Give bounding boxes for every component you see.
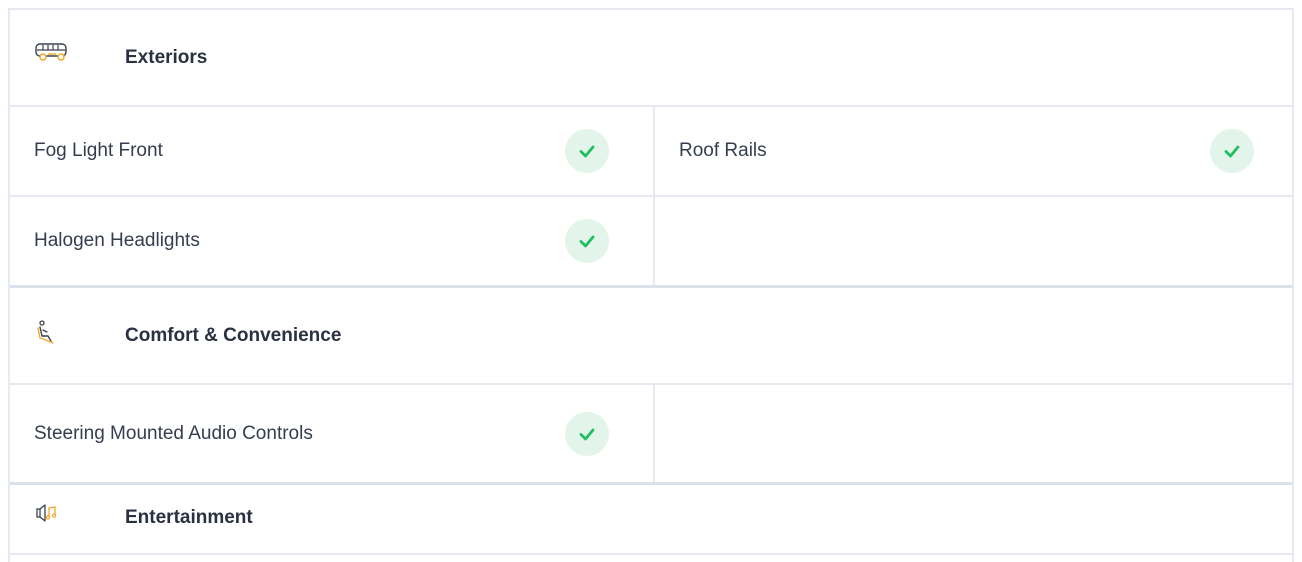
section-title: Exteriors <box>125 46 208 68</box>
speaker-music-icon <box>34 503 74 527</box>
feature-label: Halogen Headlights <box>34 230 200 251</box>
features-table: Exteriors Fog Light Front Roof Rails Hal… <box>8 8 1294 562</box>
seat-icon <box>34 320 74 344</box>
check-icon <box>565 129 609 173</box>
feature-cell: Roof Rails <box>655 107 1292 195</box>
feature-label: Roof Rails <box>679 140 767 161</box>
table-row: Steering Mounted Audio Controls <box>10 385 1292 485</box>
check-icon <box>565 219 609 263</box>
feature-cell-empty <box>655 385 1292 482</box>
feature-cell: Halogen Headlights <box>10 197 655 285</box>
section-header-exteriors: Exteriors <box>10 10 1292 107</box>
section-title: Comfort & Convenience <box>125 324 342 346</box>
feature-label: Steering Mounted Audio Controls <box>34 422 313 444</box>
section-header-entertainment: Entertainment <box>10 485 1292 555</box>
table-row: Halogen Headlights <box>10 197 1292 288</box>
car-icon <box>34 42 74 66</box>
feature-label: Fog Light Front <box>34 140 163 161</box>
feature-cell: Fog Light Front <box>10 107 655 195</box>
check-icon <box>1210 129 1254 173</box>
section-header-comfort: Comfort & Convenience <box>10 288 1292 385</box>
feature-cell: Steering Mounted Audio Controls <box>10 385 655 482</box>
feature-cell-empty <box>655 197 1292 285</box>
table-row: Fog Light Front Roof Rails <box>10 107 1292 197</box>
check-icon <box>565 411 609 456</box>
section-title: Entertainment <box>125 507 253 528</box>
